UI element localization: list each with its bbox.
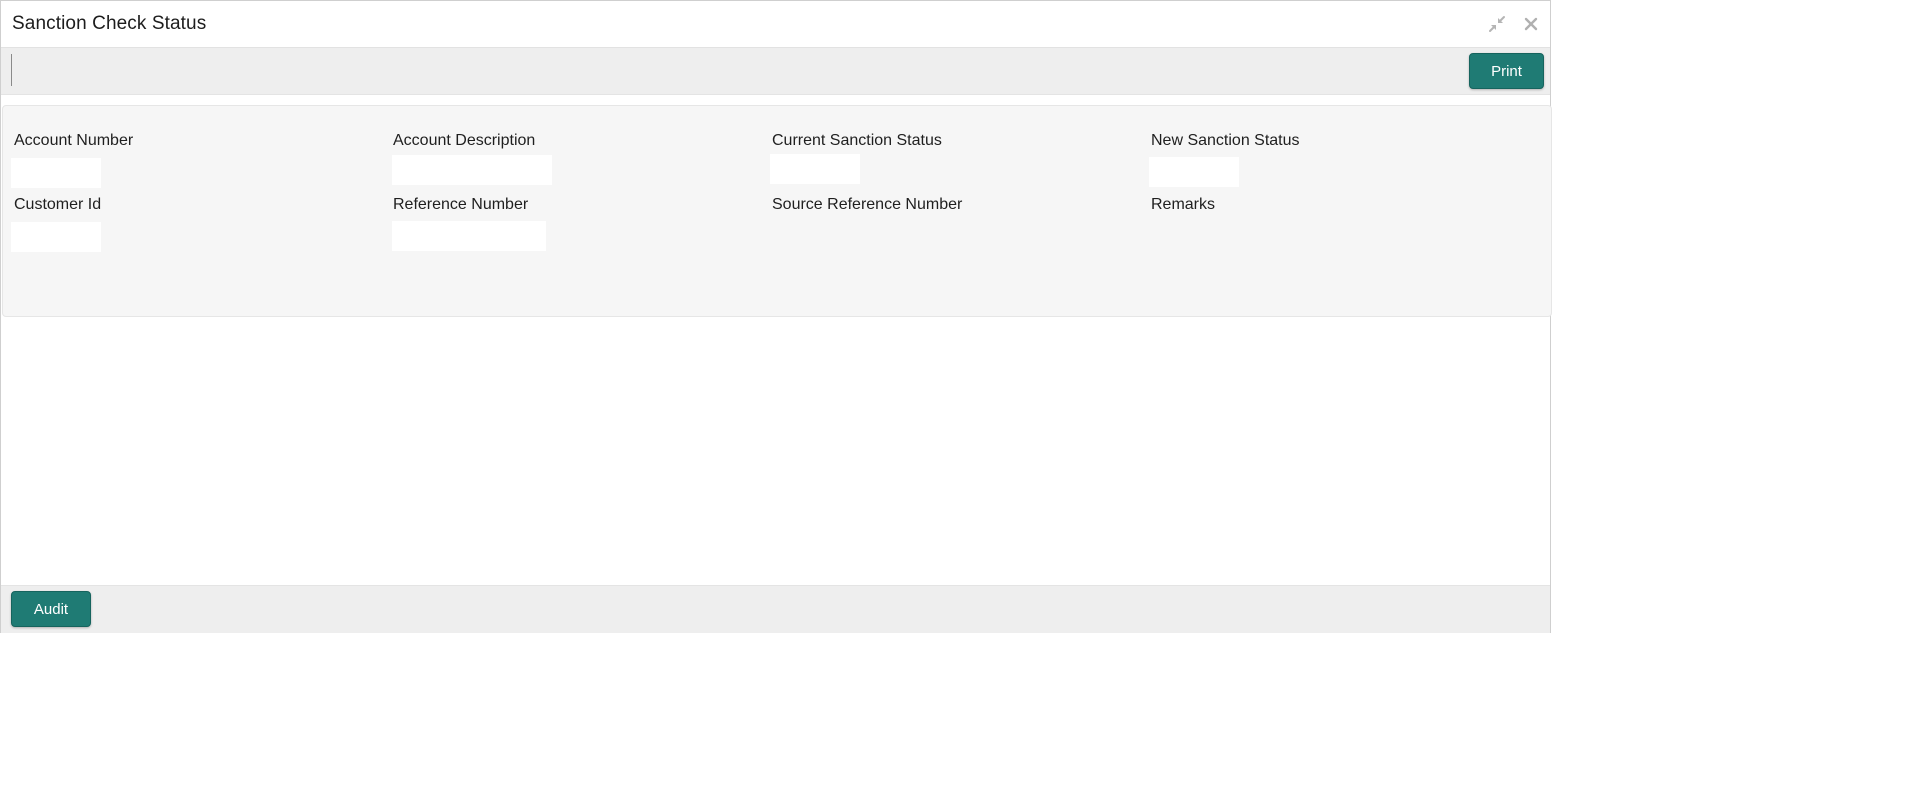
reference-number-label: Reference Number [393, 196, 529, 213]
toolbar-separator [11, 54, 12, 86]
footer-bar: Audit [1, 585, 1550, 633]
compress-arrows-icon[interactable] [1486, 13, 1508, 35]
audit-button[interactable]: Audit [11, 591, 91, 627]
account-description-label: Account Description [393, 132, 536, 149]
print-button[interactable]: Print [1469, 53, 1544, 89]
title-bar: Sanction Check Status [1, 1, 1550, 48]
account-number-label: Account Number [14, 132, 134, 149]
toolbar: Print [1, 48, 1550, 95]
remarks-label: Remarks [1151, 196, 1216, 213]
reference-number-field[interactable] [392, 221, 546, 251]
window-title: Sanction Check Status [12, 13, 207, 34]
window-controls [1486, 13, 1542, 35]
customer-id-label: Customer Id [14, 196, 102, 213]
new-sanction-status-label: New Sanction Status [1151, 132, 1300, 149]
account-description-field[interactable] [392, 155, 552, 185]
new-sanction-status-field[interactable] [1149, 157, 1239, 187]
current-sanction-status-field[interactable] [770, 154, 860, 184]
customer-id-field[interactable] [11, 222, 101, 252]
close-icon[interactable] [1520, 13, 1542, 35]
account-number-field[interactable] [11, 158, 101, 188]
current-sanction-status-label: Current Sanction Status [772, 132, 942, 149]
sanction-check-status-window: Sanction Check Status Print Account Numb… [0, 0, 1552, 633]
sanction-form-panel: Account Number Account Description Curre… [2, 105, 1552, 317]
source-reference-number-label: Source Reference Number [772, 196, 963, 213]
